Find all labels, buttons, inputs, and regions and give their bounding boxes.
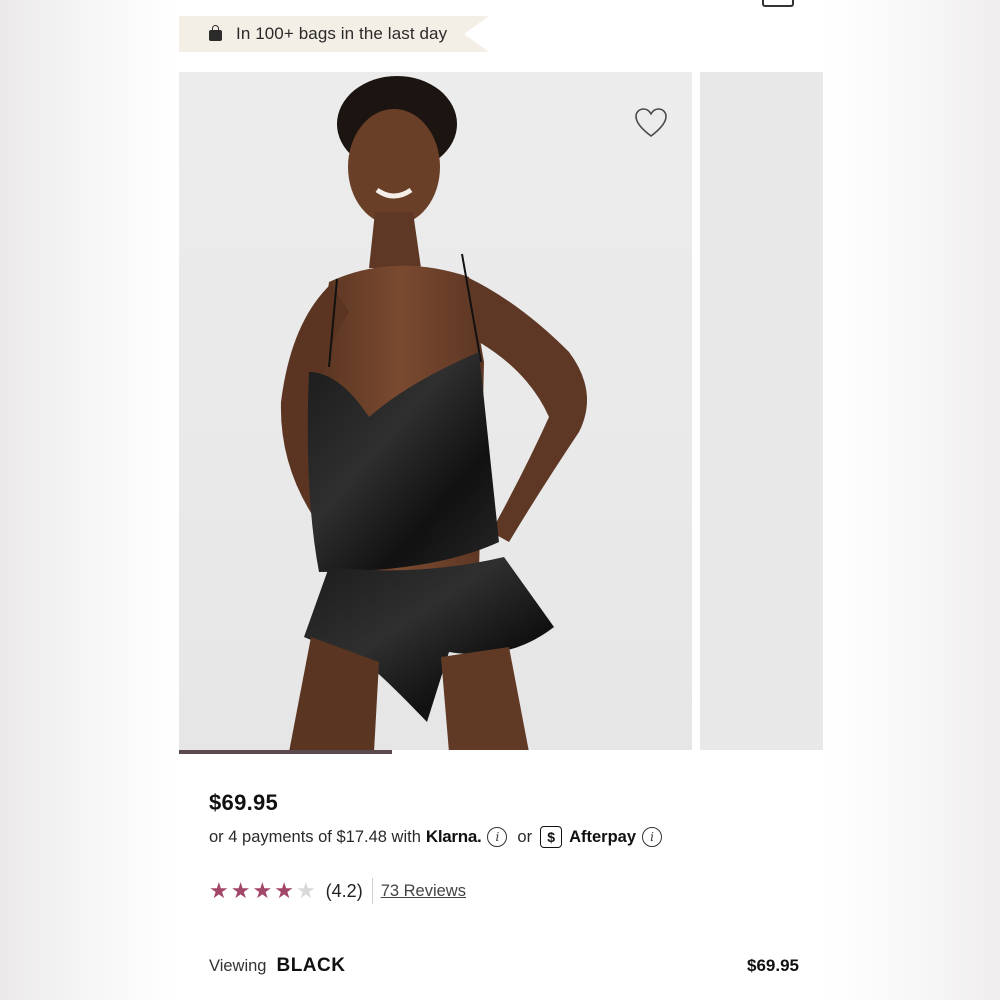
color-selection-row: Viewing BLACK $69.95 [209,955,799,977]
klarna-info-icon[interactable]: i [487,827,508,847]
carousel-progress-fill [179,750,392,754]
product-price: $69.95 [209,790,279,815]
product-page: In 100+ bags in the last day $69.95 or 4… [179,0,823,1000]
installments-row: or 4 payments of $17.48 with Klarna. i o… [209,826,799,848]
afterpay-icon: $ [540,826,563,848]
shopping-bag-icon [209,25,222,41]
star-filled-icon: ★ [230,878,251,903]
viewing-label: Viewing [209,957,267,975]
carousel-progress [179,750,823,754]
star-rating: ★ ★ ★ ★ ★ [209,880,316,902]
product-image-carousel[interactable] [179,72,823,754]
heart-icon[interactable] [634,106,668,140]
product-info: $69.95 or 4 payments of $17.48 with Klar… [209,790,799,904]
rating-value: (4.2) [325,880,363,901]
product-image-main[interactable] [179,72,692,752]
top-bar: In 100+ bags in the last day [179,0,823,72]
star-filled-icon: ★ [209,878,229,903]
rating-row: ★ ★ ★ ★ ★ (4.2) 73 Reviews [209,878,799,904]
star-empty-icon: ★ [295,878,316,903]
star-filled-icon: ★ [274,878,294,903]
afterpay-info-icon[interactable]: i [642,827,663,847]
product-image-next[interactable] [700,72,823,752]
shopping-bag-icon[interactable] [762,0,794,7]
installments-text: or 4 payments of $17.48 with [209,827,421,846]
model-photo [280,76,587,752]
star-filled-icon: ★ [252,878,273,903]
klarna-logo: Klarna. [425,827,482,846]
social-proof-text: In 100+ bags in the last day [236,24,448,43]
divider [371,878,373,904]
or-text: or [517,827,533,846]
selected-variant-price: $69.95 [747,956,799,975]
reviews-link[interactable]: 73 Reviews [381,882,466,901]
social-proof-badge: In 100+ bags in the last day [179,16,489,52]
selected-color-name: BLACK [276,955,346,976]
afterpay-logo: Afterpay [569,827,637,846]
